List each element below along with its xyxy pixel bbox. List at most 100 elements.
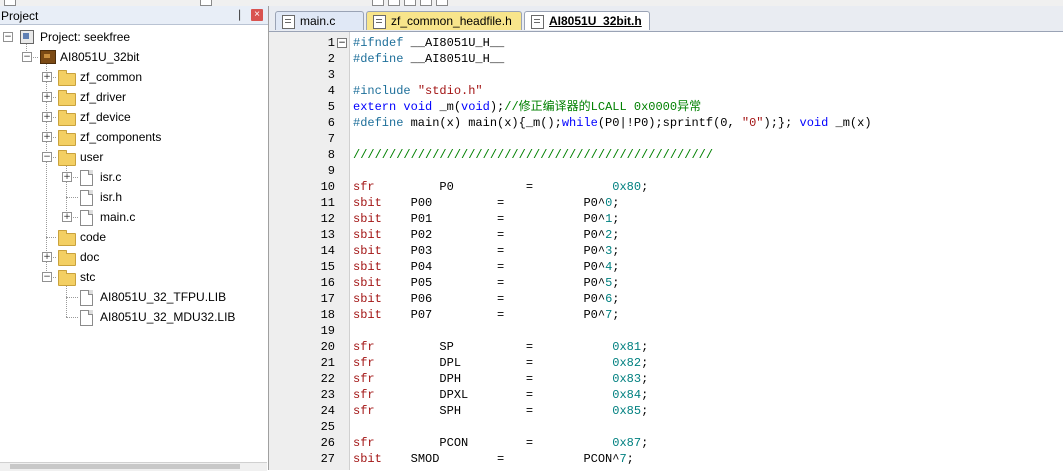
code-token: ; [641, 388, 649, 402]
code-token: __AI8051U_H__ [410, 36, 505, 50]
code-line[interactable]: sfr DPH = 0x83; [353, 371, 648, 387]
code-line[interactable]: sfr DPXL = 0x84; [353, 387, 648, 403]
code-token: PCON = [374, 436, 613, 450]
tree-item-label: doc [80, 250, 100, 264]
code-token: _m(x) [835, 116, 872, 130]
code-token: sfr [353, 404, 375, 418]
collapse-icon[interactable]: − [42, 152, 52, 162]
code-line[interactable]: #define main(x) main(x){_m();while(P0|!P… [353, 115, 872, 131]
line-number: 20 [320, 340, 335, 354]
code-line[interactable]: sbit P07 = P0^7; [353, 307, 619, 323]
expand-icon[interactable]: + [42, 132, 52, 142]
code-line[interactable]: ////////////////////////////////////////… [353, 147, 713, 163]
tree-item-group[interactable]: + zf_common [0, 68, 268, 86]
collapse-icon[interactable]: − [3, 32, 13, 42]
project-panel: Project ❘ × − Project: seekfree − AI8051U_3… [0, 6, 269, 471]
line-number: 18 [320, 308, 335, 322]
folder-icon [58, 250, 76, 266]
code-token: P04 = P0^ [381, 260, 606, 274]
code-line[interactable]: sfr PCON = 0x87; [353, 435, 648, 451]
code-token: sfr [353, 388, 375, 402]
collapse-icon[interactable]: − [22, 52, 32, 62]
tree-item-label: AI8051U_32_TFPU.LIB [100, 290, 227, 304]
tree-item-label: AI8051U_32bit [60, 50, 140, 64]
code-token: P0 = [374, 180, 613, 194]
tab-zf-common-headfile-h[interactable]: zf_common_headfile.h [366, 11, 522, 30]
pin-icon[interactable]: ❘ [235, 8, 244, 21]
code-token: ; [641, 356, 649, 370]
code-line[interactable]: sbit P03 = P0^3; [353, 243, 619, 259]
tree-item-file[interactable]: isr.h [0, 188, 268, 206]
code-token: P06 = P0^ [381, 292, 606, 306]
tree-item-file[interactable]: AI8051U_32_MDU32.LIB [0, 308, 268, 326]
code-line[interactable]: #define __AI8051U_H__ [353, 51, 504, 67]
code-token: (P0|!P0);sprintf(0, [597, 116, 742, 130]
code-token: sfr [353, 340, 375, 354]
code-token: ; [612, 212, 620, 226]
tab-ai8051u-32bit-h[interactable]: AI8051U_32bit.h [524, 11, 650, 30]
close-icon[interactable]: × [251, 9, 263, 21]
code-line[interactable]: sfr SPH = 0x85; [353, 403, 648, 419]
code-token: P00 = P0^ [381, 196, 606, 210]
line-number: 24 [320, 404, 335, 418]
code-line[interactable]: sbit P00 = P0^0; [353, 195, 619, 211]
code-line[interactable]: extern void _m(void);//修正编译器的LCALL 0x000… [353, 99, 701, 115]
code-token: DPH = [374, 372, 613, 386]
code-token: ; [641, 372, 649, 386]
folder-icon [58, 130, 76, 146]
tree-item-file[interactable]: + main.c [0, 208, 268, 226]
tree-item-project[interactable]: − Project: seekfree [0, 28, 268, 46]
expand-icon[interactable]: + [62, 212, 72, 222]
code-line[interactable]: #include "stdio.h" [353, 83, 483, 99]
expand-icon[interactable]: + [42, 92, 52, 102]
tree-item-group[interactable]: + zf_components [0, 128, 268, 146]
expand-icon[interactable]: + [42, 252, 52, 262]
code-token: ; [612, 292, 620, 306]
code-line[interactable]: sfr DPL = 0x82; [353, 355, 648, 371]
code-line[interactable]: sbit P02 = P0^2; [353, 227, 619, 243]
folder-icon [58, 90, 76, 106]
expand-icon[interactable]: + [62, 172, 72, 182]
code-token: sbit [353, 212, 382, 226]
line-number: 23 [320, 388, 335, 402]
line-number: 2 [327, 52, 335, 66]
fold-toggle-icon[interactable]: − [337, 38, 347, 48]
code-line[interactable]: sfr P0 = 0x80; [353, 179, 648, 195]
folder-icon [58, 70, 76, 86]
code-token: sbit [353, 308, 382, 322]
tree-item-label: Project: seekfree [40, 30, 131, 44]
tree-item-group[interactable]: code [0, 228, 268, 246]
expand-icon[interactable]: + [42, 112, 52, 122]
tree-item-file[interactable]: + isr.c [0, 168, 268, 186]
code-line[interactable]: sbit P05 = P0^5; [353, 275, 619, 291]
tree-item-group[interactable]: + zf_driver [0, 88, 268, 106]
collapse-icon[interactable]: − [42, 272, 52, 282]
tree-item-group[interactable]: + zf_device [0, 108, 268, 126]
expand-icon[interactable]: + [42, 72, 52, 82]
code-text-area[interactable]: #ifndef __AI8051U_H__ #define __AI8051U_H… [350, 32, 1063, 470]
tree-item-label: zf_common [80, 70, 143, 84]
code-line[interactable]: #ifndef __AI8051U_H__ [353, 35, 504, 51]
code-line[interactable]: sbit P04 = P0^4; [353, 259, 619, 275]
tree-item-label: AI8051U_32_MDU32.LIB [100, 310, 236, 324]
tree-item-group[interactable]: + doc [0, 248, 268, 266]
scrollbar-thumb[interactable] [10, 464, 240, 469]
tab-main-c[interactable]: main.c [275, 11, 364, 30]
tree-item-group[interactable]: − user [0, 148, 268, 166]
code-token: SMOD = PCON^ [381, 452, 620, 466]
code-line[interactable]: sfr SP = 0x81; [353, 339, 648, 355]
code-token: #define [353, 52, 411, 66]
tree-item-group[interactable]: − stc [0, 268, 268, 286]
tree-item-file[interactable]: AI8051U_32_TFPU.LIB [0, 288, 268, 306]
file-icon [80, 310, 93, 326]
line-number: 15 [320, 260, 335, 274]
code-token: ); [489, 100, 505, 114]
tree-item-target[interactable]: − AI8051U_32bit [0, 48, 268, 66]
code-line[interactable]: sbit P06 = P0^6; [353, 291, 619, 307]
code-token: 0x84 [612, 388, 642, 402]
code-line[interactable]: sbit P01 = P0^1; [353, 211, 619, 227]
tree-item-label: main.c [100, 210, 136, 224]
code-line[interactable]: sbit SMOD = PCON^7; [353, 451, 634, 467]
line-number: 12 [320, 212, 335, 226]
code-token: 0x80 [612, 180, 642, 194]
